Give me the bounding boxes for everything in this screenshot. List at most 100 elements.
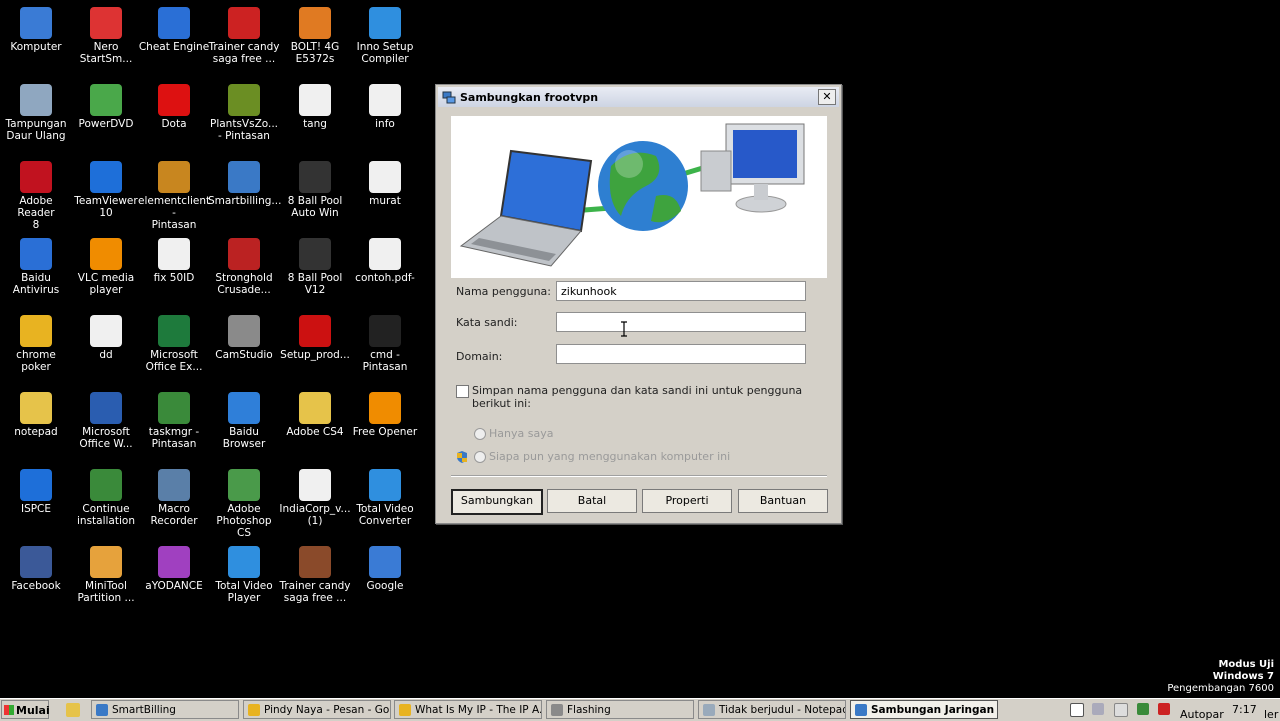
window-tray-icon[interactable] <box>1070 703 1084 717</box>
desktop-icon[interactable]: Microsoft Office W... <box>70 388 142 450</box>
radio-anyone[interactable] <box>474 451 486 463</box>
desktop-icon[interactable]: Macro Recorder <box>138 465 210 527</box>
connect-button[interactable]: Sambungkan <box>451 489 543 515</box>
laptop-globe-monitor-icon <box>459 123 805 267</box>
app-tray-icon[interactable] <box>1114 703 1128 717</box>
desktop-icon[interactable]: cmd - Pintasan <box>349 311 421 373</box>
desktop-icon[interactable]: Adobe Photoshop CS <box>208 465 280 539</box>
app-icon <box>369 546 401 578</box>
desktop-icon[interactable]: Continue installation <box>70 465 142 527</box>
taskbar-button[interactable]: SmartBilling <box>91 700 239 719</box>
desktop-icon[interactable]: ISPCE <box>0 465 72 515</box>
desktop-icon[interactable]: Nero StartSm... <box>70 3 142 65</box>
clock[interactable]: 7:17 <box>1232 703 1257 716</box>
desktop-icon[interactable]: 8 Ball Pool V12 <box>279 234 351 296</box>
desktop-icon-label: TeamViewer 10 <box>74 195 138 219</box>
desktop-icon[interactable]: Adobe Reader 8 <box>0 157 72 231</box>
desktop-icon[interactable]: Adobe CS4 <box>279 388 351 438</box>
app-icon <box>369 392 401 424</box>
desktop-icon-label: Trainer candy saga free ... <box>279 580 351 604</box>
desktop-icon[interactable]: Dota <box>138 80 210 130</box>
folder-icon[interactable] <box>66 703 80 717</box>
windows-test-mode-watermark: Modus Uji Windows 7 Pengembangan 7600 <box>1167 659 1274 694</box>
shield-tray-icon[interactable] <box>1158 703 1170 715</box>
desktop-icon-label: tang <box>303 118 327 130</box>
app-icon <box>158 7 190 39</box>
password-input[interactable] <box>556 312 806 332</box>
cancel-button[interactable]: Batal <box>547 489 637 513</box>
desktop-icon[interactable]: Smartbilling... <box>208 157 281 207</box>
taskbar-button[interactable]: What Is My IP - The IP A... <box>394 700 542 719</box>
app-icon <box>158 238 190 270</box>
desktop-icon[interactable]: Total Video Converter <box>349 465 421 527</box>
desktop-icon[interactable]: PowerDVD <box>70 80 142 130</box>
desktop-icon[interactable]: Setup_prod... <box>279 311 351 361</box>
task-app-icon <box>399 704 411 716</box>
app-icon <box>158 546 190 578</box>
desktop-icon[interactable]: Komputer <box>0 3 72 53</box>
desktop-icon[interactable]: Free Opener <box>349 388 421 438</box>
desktop-icon[interactable]: notepad <box>0 388 72 438</box>
app-icon <box>20 315 52 347</box>
desktop-icon-label: Cheat Engine <box>138 41 210 53</box>
desktop-icon[interactable]: Baidu Browser <box>208 388 280 450</box>
desktop-icon[interactable]: VLC media player <box>70 234 142 296</box>
desktop-icon[interactable]: Total Video Player <box>208 542 280 604</box>
desktop-icon[interactable]: contoh.pdf- <box>349 234 421 284</box>
taskbar-button[interactable]: Pindy Naya - Pesan - Go... <box>243 700 391 719</box>
desktop-icon[interactable]: MiniTool Partition ... <box>70 542 142 604</box>
tray-app-label[interactable]: Autopar <box>1180 708 1224 721</box>
desktop-icon[interactable]: 8 Ball Pool Auto Win <box>279 157 351 219</box>
taskbar-button[interactable]: Flashing <box>546 700 694 719</box>
desktop-icon[interactable]: BOLT! 4G E5372s <box>279 3 351 65</box>
username-label: Nama pengguna: <box>456 285 551 298</box>
save-credentials-checkbox[interactable] <box>456 385 469 398</box>
desktop-icon[interactable]: Inno Setup Compiler <box>349 3 421 65</box>
desktop-icon[interactable]: taskmgr - Pintasan <box>138 388 210 450</box>
app-icon <box>369 84 401 116</box>
taskbar: Mulai SmartBilling Pindy Naya - Pesan - G… <box>0 698 1280 721</box>
help-button[interactable]: Bantuan <box>738 489 828 513</box>
desktop-icon[interactable]: murat <box>349 157 421 207</box>
username-input[interactable] <box>556 281 806 301</box>
pen-tray-icon[interactable] <box>1092 703 1104 715</box>
tray-app-label-2[interactable]: ler <box>1264 708 1278 721</box>
save-credentials-label: Simpan nama pengguna dan kata sandi ini … <box>472 384 803 410</box>
desktop-icon[interactable]: info <box>349 80 421 130</box>
properties-button[interactable]: Properti <box>642 489 732 513</box>
desktop-icon[interactable]: Google <box>349 542 421 592</box>
desktop-icon[interactable]: Stronghold Crusade... <box>208 234 280 296</box>
desktop-icon-label: Microsoft Office W... <box>79 426 133 450</box>
desktop-icon[interactable]: chrome poker <box>0 311 72 373</box>
desktop-icon[interactable]: Microsoft Office Ex... <box>138 311 210 373</box>
desktop-icon[interactable]: Trainer candy saga free ... <box>279 542 351 604</box>
desktop-icon[interactable]: Tampungan Daur Ulang <box>0 80 72 142</box>
desktop-icon[interactable]: Facebook <box>0 542 72 592</box>
desktop-icon[interactable]: IndiaCorp_v... (1) <box>279 465 351 527</box>
desktop-icon[interactable]: fix 50ID <box>138 234 210 284</box>
desktop-icon[interactable]: aYODANCE <box>138 542 210 592</box>
desktop-icon[interactable]: Cheat Engine <box>138 3 210 53</box>
close-button[interactable]: ✕ <box>818 89 836 105</box>
desktop-icon-label: chrome poker <box>16 349 56 373</box>
app-icon <box>299 84 331 116</box>
nvidia-tray-icon[interactable] <box>1137 703 1149 715</box>
desktop-icon[interactable]: TeamViewer 10 <box>70 157 142 219</box>
desktop-icon[interactable]: elementclient - Pintasan <box>138 157 210 231</box>
dialog-titlebar[interactable]: Sambungkan frootvpn ✕ <box>438 87 839 107</box>
domain-input[interactable] <box>556 344 806 364</box>
start-button[interactable]: Mulai <box>1 700 50 719</box>
desktop-icon[interactable]: PlantsVsZo... - Pintasan <box>208 80 280 142</box>
radio-me-only[interactable] <box>474 428 486 440</box>
desktop-icon-label: Adobe Reader 8 <box>17 195 55 231</box>
desktop-icon[interactable]: Trainer candy saga free ... <box>208 3 280 65</box>
desktop-icon-label: PlantsVsZo... - Pintasan <box>209 118 279 142</box>
desktop-icon[interactable]: Baidu Antivirus <box>0 234 72 296</box>
task-app-icon <box>248 704 260 716</box>
uac-shield-icon <box>457 451 467 463</box>
taskbar-button[interactable]: Sambungan Jaringan <box>850 700 998 719</box>
taskbar-button[interactable]: Tidak berjudul - Notepad <box>698 700 846 719</box>
desktop-icon[interactable]: tang <box>279 80 351 130</box>
desktop-icon[interactable]: dd <box>70 311 142 361</box>
desktop-icon[interactable]: CamStudio <box>208 311 280 361</box>
